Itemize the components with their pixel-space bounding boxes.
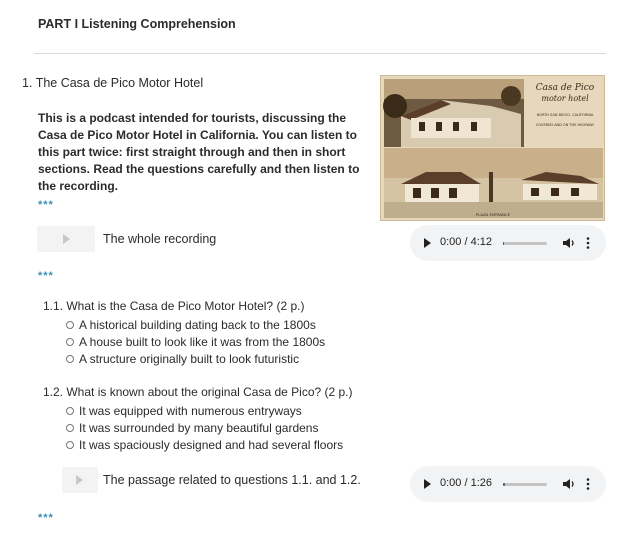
progress-fill <box>503 483 506 486</box>
sub-question-1-1: 1.1. What is the Casa de Pico Motor Hote… <box>43 299 305 313</box>
recording-play-button[interactable] <box>62 467 98 493</box>
postcard-note: COVERED AND ON THE HIGHWAY <box>536 123 595 127</box>
question-title: The Casa de Pico Motor Hotel <box>35 76 204 90</box>
play-icon[interactable] <box>424 479 431 489</box>
answer-option[interactable]: It was equipped with numerous entryways <box>66 403 302 419</box>
radio-button[interactable] <box>66 423 74 432</box>
answer-option[interactable]: It was spaciously designed and had sever… <box>66 437 343 453</box>
postcard-address: NORTH SAN DIEGO, CALIFORNIA <box>537 113 594 117</box>
progress-track[interactable] <box>503 483 547 486</box>
radio-button[interactable] <box>66 406 74 415</box>
play-icon[interactable] <box>424 238 431 248</box>
play-icon <box>76 475 83 485</box>
question-number: 1. <box>22 76 33 90</box>
audio-player[interactable]: 0:00 / 1:26 <box>410 466 606 502</box>
question-heading: 1. The Casa de Pico Motor Hotel <box>22 76 203 90</box>
hotel-postcard-image: Casa de Pico motor hotel NORTH SAN DIEGO… <box>380 75 605 221</box>
sub-question-1-2: 1.2. What is known about the original Ca… <box>43 385 353 399</box>
volume-icon[interactable] <box>562 236 576 250</box>
separator-stars: *** <box>38 512 54 524</box>
recording-label: The whole recording <box>103 232 217 246</box>
answer-option[interactable]: A structure originally built to look fut… <box>66 351 299 367</box>
separator-stars: *** <box>38 270 54 282</box>
volume-icon[interactable] <box>562 477 576 491</box>
radio-button[interactable] <box>66 440 74 449</box>
progress-track[interactable] <box>503 242 547 245</box>
postcard-title-1: Casa de Pico <box>536 83 595 93</box>
question-intro: This is a podcast intended for tourists,… <box>38 111 360 193</box>
recording-play-button[interactable] <box>37 226 95 252</box>
play-icon <box>63 234 70 244</box>
answer-option[interactable]: A house built to look like it was from t… <box>66 334 325 350</box>
more-vertical-icon[interactable] <box>586 236 590 250</box>
separator-stars: *** <box>38 199 54 211</box>
answer-option[interactable]: It was surrounded by many beautiful gard… <box>66 420 318 436</box>
divider <box>34 53 606 54</box>
progress-fill <box>503 242 504 245</box>
audio-player[interactable]: 0:00 / 4:12 <box>410 225 606 261</box>
radio-button[interactable] <box>66 354 74 363</box>
answer-option[interactable]: A historical building dating back to the… <box>66 317 316 333</box>
part-title: PART I Listening Comprehension <box>38 17 236 31</box>
player-time: 0:00 / 4:12 <box>440 236 492 248</box>
postcard-title-2: motor hotel <box>541 94 589 103</box>
radio-button[interactable] <box>66 320 74 329</box>
player-time: 0:00 / 1:26 <box>440 477 492 489</box>
radio-button[interactable] <box>66 337 74 346</box>
postcard-footer: PLAZA ENTRANCE <box>476 212 511 217</box>
postcard-illustration: Casa de Pico motor hotel NORTH SAN DIEGO… <box>381 76 604 220</box>
recording-label: The passage related to questions 1.1. an… <box>103 473 361 487</box>
more-vertical-icon[interactable] <box>586 477 590 491</box>
